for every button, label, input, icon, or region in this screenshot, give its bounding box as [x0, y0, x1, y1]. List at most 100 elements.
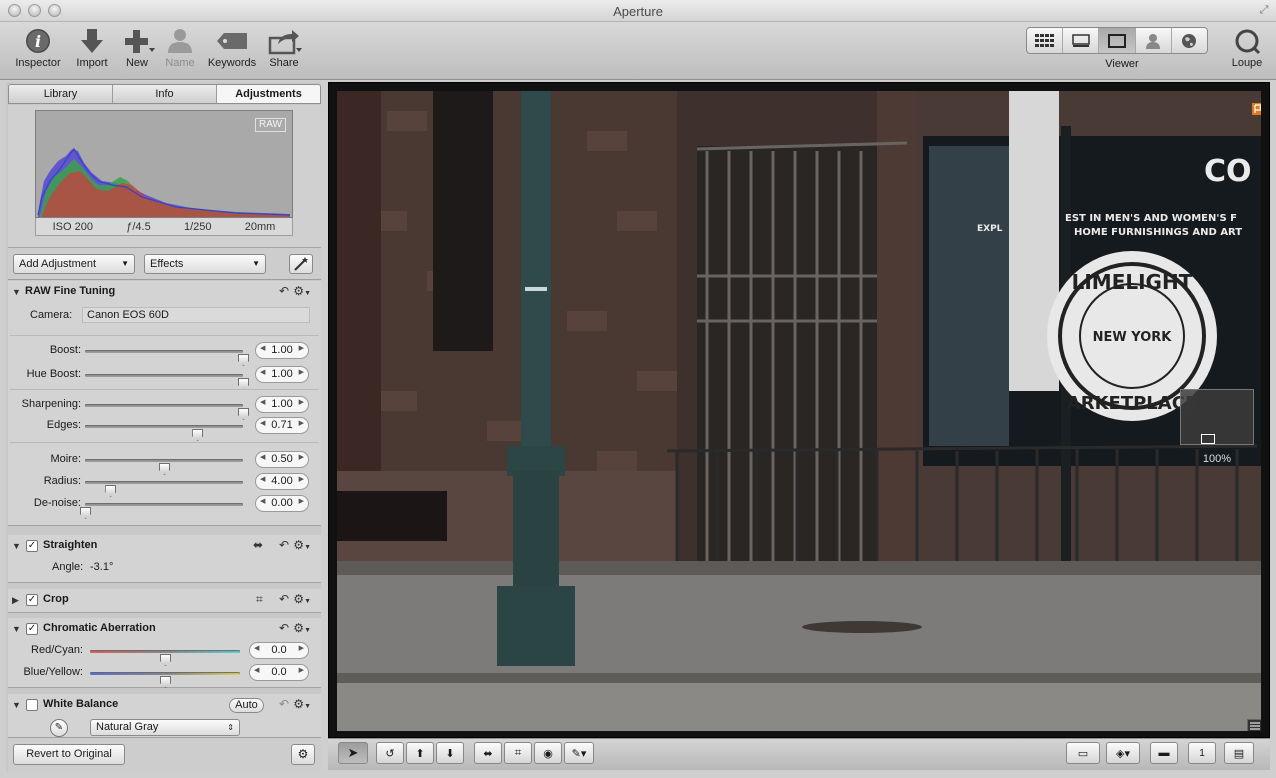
effects-popup[interactable]: Effects ▼: [144, 254, 266, 274]
gear-icon[interactable]: ⚙▼: [293, 592, 311, 606]
camera-label: Camera:: [30, 309, 73, 321]
view-options-button[interactable]: ◈▾: [1106, 742, 1140, 764]
auto-white-balance-button[interactable]: Auto: [229, 698, 264, 713]
split-view-icon: [1072, 33, 1090, 47]
reset-icon[interactable]: ↶: [279, 697, 289, 711]
stamp-tool-button[interactable]: ⬇: [436, 742, 464, 764]
places-button[interactable]: [1172, 28, 1207, 53]
reset-icon[interactable]: ↶: [279, 284, 289, 298]
disclosure-triangle-icon[interactable]: ▼: [12, 624, 21, 634]
gear-icon[interactable]: ⚙▼: [293, 697, 311, 711]
radius-slider-row: Radius: ◀ 4.00 ▶: [8, 472, 321, 497]
reset-icon[interactable]: ↶: [279, 621, 289, 635]
share-button[interactable]: Share: [256, 26, 312, 76]
edges-stepper[interactable]: ◀ 0.71 ▶: [255, 417, 309, 434]
chromatic-aberration-checkbox[interactable]: ✓: [26, 623, 38, 635]
loupe-button[interactable]: Loupe: [1219, 26, 1275, 76]
denoise-slider-thumb[interactable]: [80, 507, 91, 519]
moire-slider-track[interactable]: [85, 459, 243, 475]
white-balance-mode-popup[interactable]: Natural Gray ⇕: [90, 719, 240, 736]
fullscreen-icon[interactable]: ⤢: [1258, 4, 1270, 16]
selection-tool-button[interactable]: ➤: [338, 742, 368, 764]
shutter-value: 1/250: [183, 220, 212, 233]
primary-only-button[interactable]: 1: [1188, 742, 1216, 764]
eyedropper-icon[interactable]: ✎: [50, 719, 68, 737]
edges-slider-thumb[interactable]: [192, 429, 204, 441]
radius-stepper[interactable]: ◀ 4.00 ▶: [255, 473, 309, 490]
red-eye-tool-button[interactable]: ◉: [534, 742, 562, 764]
white-balance-section: ▼ White Balance Auto ↶ ⚙▼ ✎ Natural Gray…: [8, 694, 321, 737]
angle-value: -3.1°: [90, 561, 114, 573]
radius-slider-track[interactable]: [85, 481, 243, 497]
hue-boost-slider-track[interactable]: [85, 374, 249, 390]
panel-action-gear-button[interactable]: ⚙: [291, 744, 315, 765]
reset-icon[interactable]: ↶: [279, 592, 289, 606]
sharpening-stepper[interactable]: ◀ 1.00 ▶: [255, 396, 309, 413]
red-cyan-stepper[interactable]: ◀ 0.0 ▶: [249, 642, 309, 659]
histogram-area: RAW ISO 200 ƒ/4.5 1/250 20mm: [8, 105, 321, 248]
revert-to-original-button[interactable]: Revert to Original: [13, 744, 125, 765]
denoise-slider-track[interactable]: [80, 503, 243, 519]
straighten-tool-icon[interactable]: ⬌: [253, 538, 263, 552]
crop-tool-button[interactable]: ⌗: [504, 742, 532, 764]
sharpening-slider-track[interactable]: [85, 404, 249, 420]
faces-button[interactable]: [1136, 28, 1172, 53]
edges-slider-row: Edges: ◀ 0.71 ▶: [8, 416, 321, 441]
hue-boost-stepper[interactable]: ◀ 1.00 ▶: [255, 366, 309, 383]
photo[interactable]: NEW YORK LIMELIGHT ARKETPLACE CO IN EST …: [337, 91, 1261, 731]
crop-tool-icon[interactable]: ⌗: [256, 592, 263, 607]
image-viewer[interactable]: NEW YORK LIMELIGHT ARKETPLACE CO IN EST …: [328, 82, 1270, 738]
gear-icon[interactable]: ⚙▼: [293, 621, 311, 635]
add-adjustment-popup[interactable]: Add Adjustment ▼: [13, 254, 135, 274]
disclosure-triangle-icon[interactable]: ▼: [12, 541, 21, 551]
boost-stepper[interactable]: ◀ 1.00 ▶: [255, 342, 309, 359]
metadata-overlay-button[interactable]: ▬: [1150, 742, 1178, 764]
gear-icon: ⚙: [297, 747, 309, 761]
disclosure-triangle-icon[interactable]: ▼: [12, 287, 21, 297]
tab-adjustments[interactable]: Adjustments: [217, 85, 320, 103]
white-balance-checkbox[interactable]: [26, 699, 38, 711]
auto-enhance-button[interactable]: [289, 254, 313, 274]
name-button[interactable]: Name: [152, 26, 208, 76]
viewer-only-button[interactable]: [1099, 28, 1136, 53]
moire-stepper[interactable]: ◀ 0.50 ▶: [255, 451, 309, 468]
browser-mode-button[interactable]: [1027, 28, 1064, 53]
inspector-button[interactable]: i Inspector: [10, 26, 66, 76]
brush-tool-button[interactable]: ✎▾: [564, 742, 594, 764]
sliders-icon: [1250, 722, 1260, 730]
edges-slider-track[interactable]: [85, 425, 243, 441]
crop-checkbox[interactable]: ✓: [26, 594, 38, 606]
blue-yellow-slider-thumb[interactable]: [160, 676, 171, 688]
straighten-tool-button[interactable]: ⬌: [474, 742, 502, 764]
popup-arrow-icon: ▼: [252, 259, 260, 268]
tab-library[interactable]: Library: [9, 85, 113, 103]
boost-slider-track[interactable]: [85, 350, 249, 366]
zoom-navigator[interactable]: [1180, 389, 1254, 445]
gear-icon[interactable]: ⚙▼: [293, 538, 311, 552]
red-cyan-slider-track[interactable]: [90, 650, 240, 666]
globe-icon: [1182, 33, 1197, 48]
zoom-navigator-box[interactable]: [1201, 434, 1215, 444]
faces-icon: [1146, 33, 1161, 49]
add-adjustment-label: Add Adjustment: [19, 258, 97, 270]
gear-icon[interactable]: ⚙▼: [293, 284, 311, 298]
lift-tool-button[interactable]: ⬆: [406, 742, 434, 764]
straighten-checkbox[interactable]: ✓: [26, 540, 38, 552]
show-browser-button[interactable]: ▤: [1224, 742, 1254, 764]
denoise-stepper[interactable]: ◀ 0.00 ▶: [255, 495, 309, 512]
keywords-button[interactable]: Keywords: [204, 26, 260, 76]
disclosure-triangle-icon[interactable]: ▶: [12, 595, 19, 606]
blue-yellow-slider-track[interactable]: [90, 672, 240, 688]
viewer-options-button[interactable]: [1247, 719, 1261, 731]
split-view-button[interactable]: [1063, 28, 1100, 53]
rotate-left-button[interactable]: ↺: [376, 742, 404, 764]
filmstrip-toggle-button[interactable]: ▭: [1066, 742, 1100, 764]
reset-icon[interactable]: ↶: [279, 538, 289, 552]
flag-icon[interactable]: [1252, 103, 1261, 115]
tag-icon: [217, 33, 247, 49]
histogram[interactable]: RAW: [35, 110, 293, 218]
disclosure-triangle-icon[interactable]: ▼: [12, 700, 21, 710]
brush-icon: ✎▾: [571, 747, 587, 760]
blue-yellow-stepper[interactable]: ◀ 0.0 ▶: [249, 664, 309, 681]
tab-info[interactable]: Info: [113, 85, 217, 103]
